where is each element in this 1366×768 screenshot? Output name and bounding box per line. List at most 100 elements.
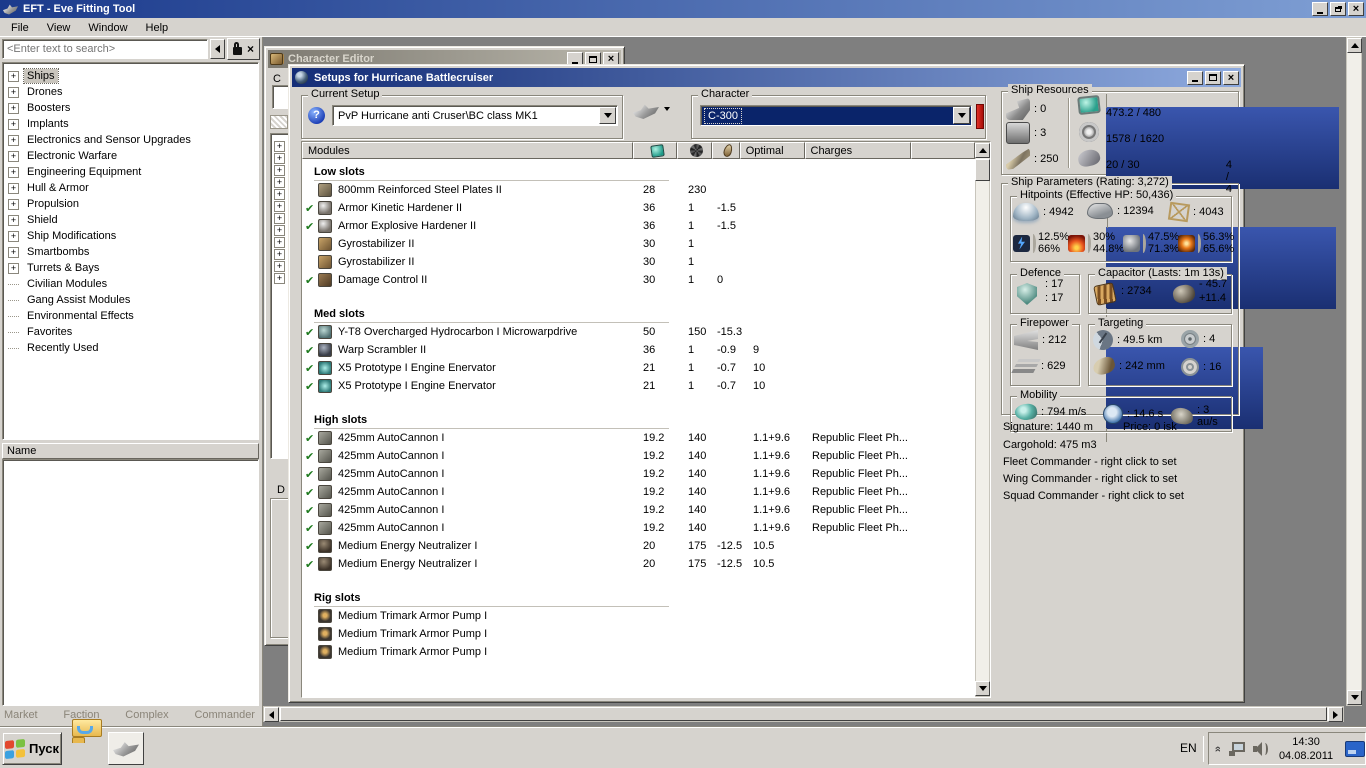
expand-icon[interactable]: +: [8, 198, 19, 210]
module-row[interactable]: ✔ X5 Prototype I Engine Enervator 21 1 -0.7 1…: [302, 359, 975, 377]
module-row[interactable]: Medium Trimark Armor Pump I: [302, 607, 975, 625]
network-tray-icon[interactable]: [1229, 741, 1245, 756]
active-check-icon[interactable]: ✔: [302, 522, 318, 535]
active-check-icon[interactable]: ✔: [302, 380, 318, 393]
hide-icons-chevron-icon[interactable]: »: [1212, 745, 1224, 751]
tree-item-hull-armor[interactable]: + Hull & Armor: [3, 180, 258, 196]
combo-arrow-icon[interactable]: [953, 107, 970, 124]
expand-icon[interactable]: +: [274, 213, 285, 224]
module-row[interactable]: ✔ Medium Energy Neutralizer I 20 175 -12.5 10…: [302, 537, 975, 555]
module-row[interactable]: ✔ Armor Explosive Hardener II 36 1 -1.5: [302, 217, 975, 235]
expand-icon[interactable]: +: [8, 86, 19, 98]
module-row[interactable]: ✔ X5 Prototype I Engine Enervator 21 1 -0.7 1…: [302, 377, 975, 395]
col-cpu[interactable]: [632, 142, 677, 159]
tree-item-shield[interactable]: + Shield: [3, 212, 258, 228]
tree-item-smartbombs[interactable]: + Smartbombs: [3, 244, 258, 260]
minimize-button[interactable]: [1312, 2, 1328, 16]
tree-item-drones[interactable]: + Drones: [3, 84, 258, 100]
wing-commander-text[interactable]: Wing Commander - right click to set: [1003, 473, 1177, 485]
col-modules[interactable]: Modules: [302, 142, 633, 159]
results-list[interactable]: [2, 459, 259, 706]
clock[interactable]: 14:30 04.08.2011: [1276, 735, 1337, 763]
col-capacitor[interactable]: [711, 142, 740, 159]
module-row[interactable]: ✔ Damage Control II 30 1 0: [302, 271, 975, 289]
expand-icon[interactable]: +: [8, 182, 19, 194]
setups-minimize-button[interactable]: [1187, 70, 1203, 85]
tree-item-implants[interactable]: + Implants: [3, 116, 258, 132]
expand-icon[interactable]: +: [8, 150, 19, 162]
scroll-down-icon[interactable]: [1347, 690, 1362, 705]
tree-item-gang-assist-modules[interactable]: Gang Assist Modules: [3, 292, 258, 308]
module-row[interactable]: ✔ 425mm AutoCannon I 19.2 140 1.1+9.6 Republi…: [302, 465, 975, 483]
tree-item-propulsion[interactable]: + Propulsion: [3, 196, 258, 212]
scroll-up-icon[interactable]: [1347, 38, 1362, 53]
expand-icon[interactable]: +: [8, 134, 19, 146]
expand-icon[interactable]: +: [8, 166, 19, 178]
module-row[interactable]: ✔ Warp Scrambler II 36 1 -0.9 9: [302, 341, 975, 359]
expand-icon[interactable]: +: [274, 225, 285, 236]
tree-item-electronic-warfare[interactable]: + Electronic Warfare: [3, 148, 258, 164]
active-check-icon[interactable]: ✔: [302, 468, 318, 481]
module-row[interactable]: ✔ 425mm AutoCannon I 19.2 140 1.1+9.6 Republi…: [302, 447, 975, 465]
module-row[interactable]: ✔ 425mm AutoCannon I 19.2 140 1.1+9.6 Republi…: [302, 429, 975, 447]
active-check-icon[interactable]: ✔: [302, 486, 318, 499]
active-check-icon[interactable]: ✔: [302, 326, 318, 339]
expand-icon[interactable]: +: [8, 214, 19, 226]
module-row[interactable]: ✔ 425mm AutoCannon I 19.2 140 1.1+9.6 Republi…: [302, 519, 975, 537]
language-indicator[interactable]: EN: [1180, 741, 1197, 755]
menu-window[interactable]: Window: [79, 20, 136, 36]
mdi-vscrollbar[interactable]: [1346, 37, 1362, 706]
active-check-icon[interactable]: ✔: [302, 450, 318, 463]
expand-icon[interactable]: +: [274, 261, 285, 272]
fit-ship-menu-icon[interactable]: [664, 107, 670, 123]
expand-icon[interactable]: +: [274, 273, 285, 284]
taskbar-eft-button[interactable]: [108, 732, 144, 765]
tree-item-environmental-effects[interactable]: Environmental Effects: [3, 308, 258, 324]
squad-commander-text[interactable]: Squad Commander - right click to set: [1003, 490, 1184, 502]
module-row[interactable]: Medium Trimark Armor Pump I: [302, 625, 975, 643]
search-input[interactable]: [2, 39, 208, 59]
col-powergrid[interactable]: [676, 142, 712, 159]
start-button[interactable]: Пуск: [2, 732, 62, 765]
active-check-icon[interactable]: ✔: [302, 344, 318, 357]
tree-item-ships[interactable]: + Ships: [3, 68, 258, 84]
fit-ship-button[interactable]: [633, 103, 659, 122]
character-combo[interactable]: C-300: [700, 105, 972, 126]
tree-item-boosters[interactable]: + Boosters: [3, 100, 258, 116]
lock-icon[interactable]: [232, 42, 242, 55]
expand-icon[interactable]: +: [274, 189, 285, 200]
expand-icon[interactable]: +: [8, 70, 19, 82]
tab-complex[interactable]: Complex: [125, 709, 168, 721]
modules-vscrollbar[interactable]: [975, 142, 990, 697]
modules-scroll-thumb[interactable]: [975, 159, 990, 181]
expand-icon[interactable]: +: [274, 237, 285, 248]
active-check-icon[interactable]: ✔: [302, 540, 318, 553]
volume-tray-icon[interactable]: [1252, 741, 1268, 756]
tab-commander[interactable]: Commander: [194, 709, 255, 721]
module-row[interactable]: ✔ Medium Energy Neutralizer I 20 175 -12.5 10…: [302, 555, 975, 573]
setups-titlebar[interactable]: Setups for Hurricane Battlecruiser ×: [292, 68, 1241, 87]
tree-item-electronics-and-sensor-upgrades[interactable]: + Electronics and Sensor Upgrades: [3, 132, 258, 148]
tree-item-turrets-bays[interactable]: + Turrets & Bays: [3, 260, 258, 276]
scroll-down-icon[interactable]: [975, 681, 990, 696]
tree-item-civilian-modules[interactable]: Civilian Modules: [3, 276, 258, 292]
setups-maximize-button[interactable]: [1205, 70, 1221, 85]
module-row[interactable]: ✔ 425mm AutoCannon I 19.2 140 1.1+9.6 Republi…: [302, 483, 975, 501]
tab-market[interactable]: Market: [4, 709, 38, 721]
fleet-commander-text[interactable]: Fleet Commander - right click to set: [1003, 456, 1177, 468]
col-charges[interactable]: Charges: [804, 142, 912, 159]
setups-window[interactable]: Setups for Hurricane Battlecruiser × Cur…: [288, 64, 1342, 703]
scroll-right-icon[interactable]: [1328, 707, 1343, 722]
current-setup-combo[interactable]: PvP Hurricane anti Cruser\BC class MK1: [332, 105, 618, 126]
mdi-hscrollbar[interactable]: [263, 706, 1344, 722]
tree-item-ship-modifications[interactable]: + Ship Modifications: [3, 228, 258, 244]
expand-icon[interactable]: +: [8, 262, 19, 274]
setups-close-button[interactable]: ×: [1223, 70, 1239, 85]
tree-item-engineering-equipment[interactable]: + Engineering Equipment: [3, 164, 258, 180]
active-check-icon[interactable]: ✔: [302, 558, 318, 571]
active-check-icon[interactable]: ✔: [302, 432, 318, 445]
hscroll-thumb[interactable]: [280, 707, 1327, 721]
active-check-icon[interactable]: ✔: [302, 274, 318, 287]
col-blank[interactable]: [911, 142, 975, 159]
module-row[interactable]: ✔ 425mm AutoCannon I 19.2 140 1.1+9.6 Republi…: [302, 501, 975, 519]
